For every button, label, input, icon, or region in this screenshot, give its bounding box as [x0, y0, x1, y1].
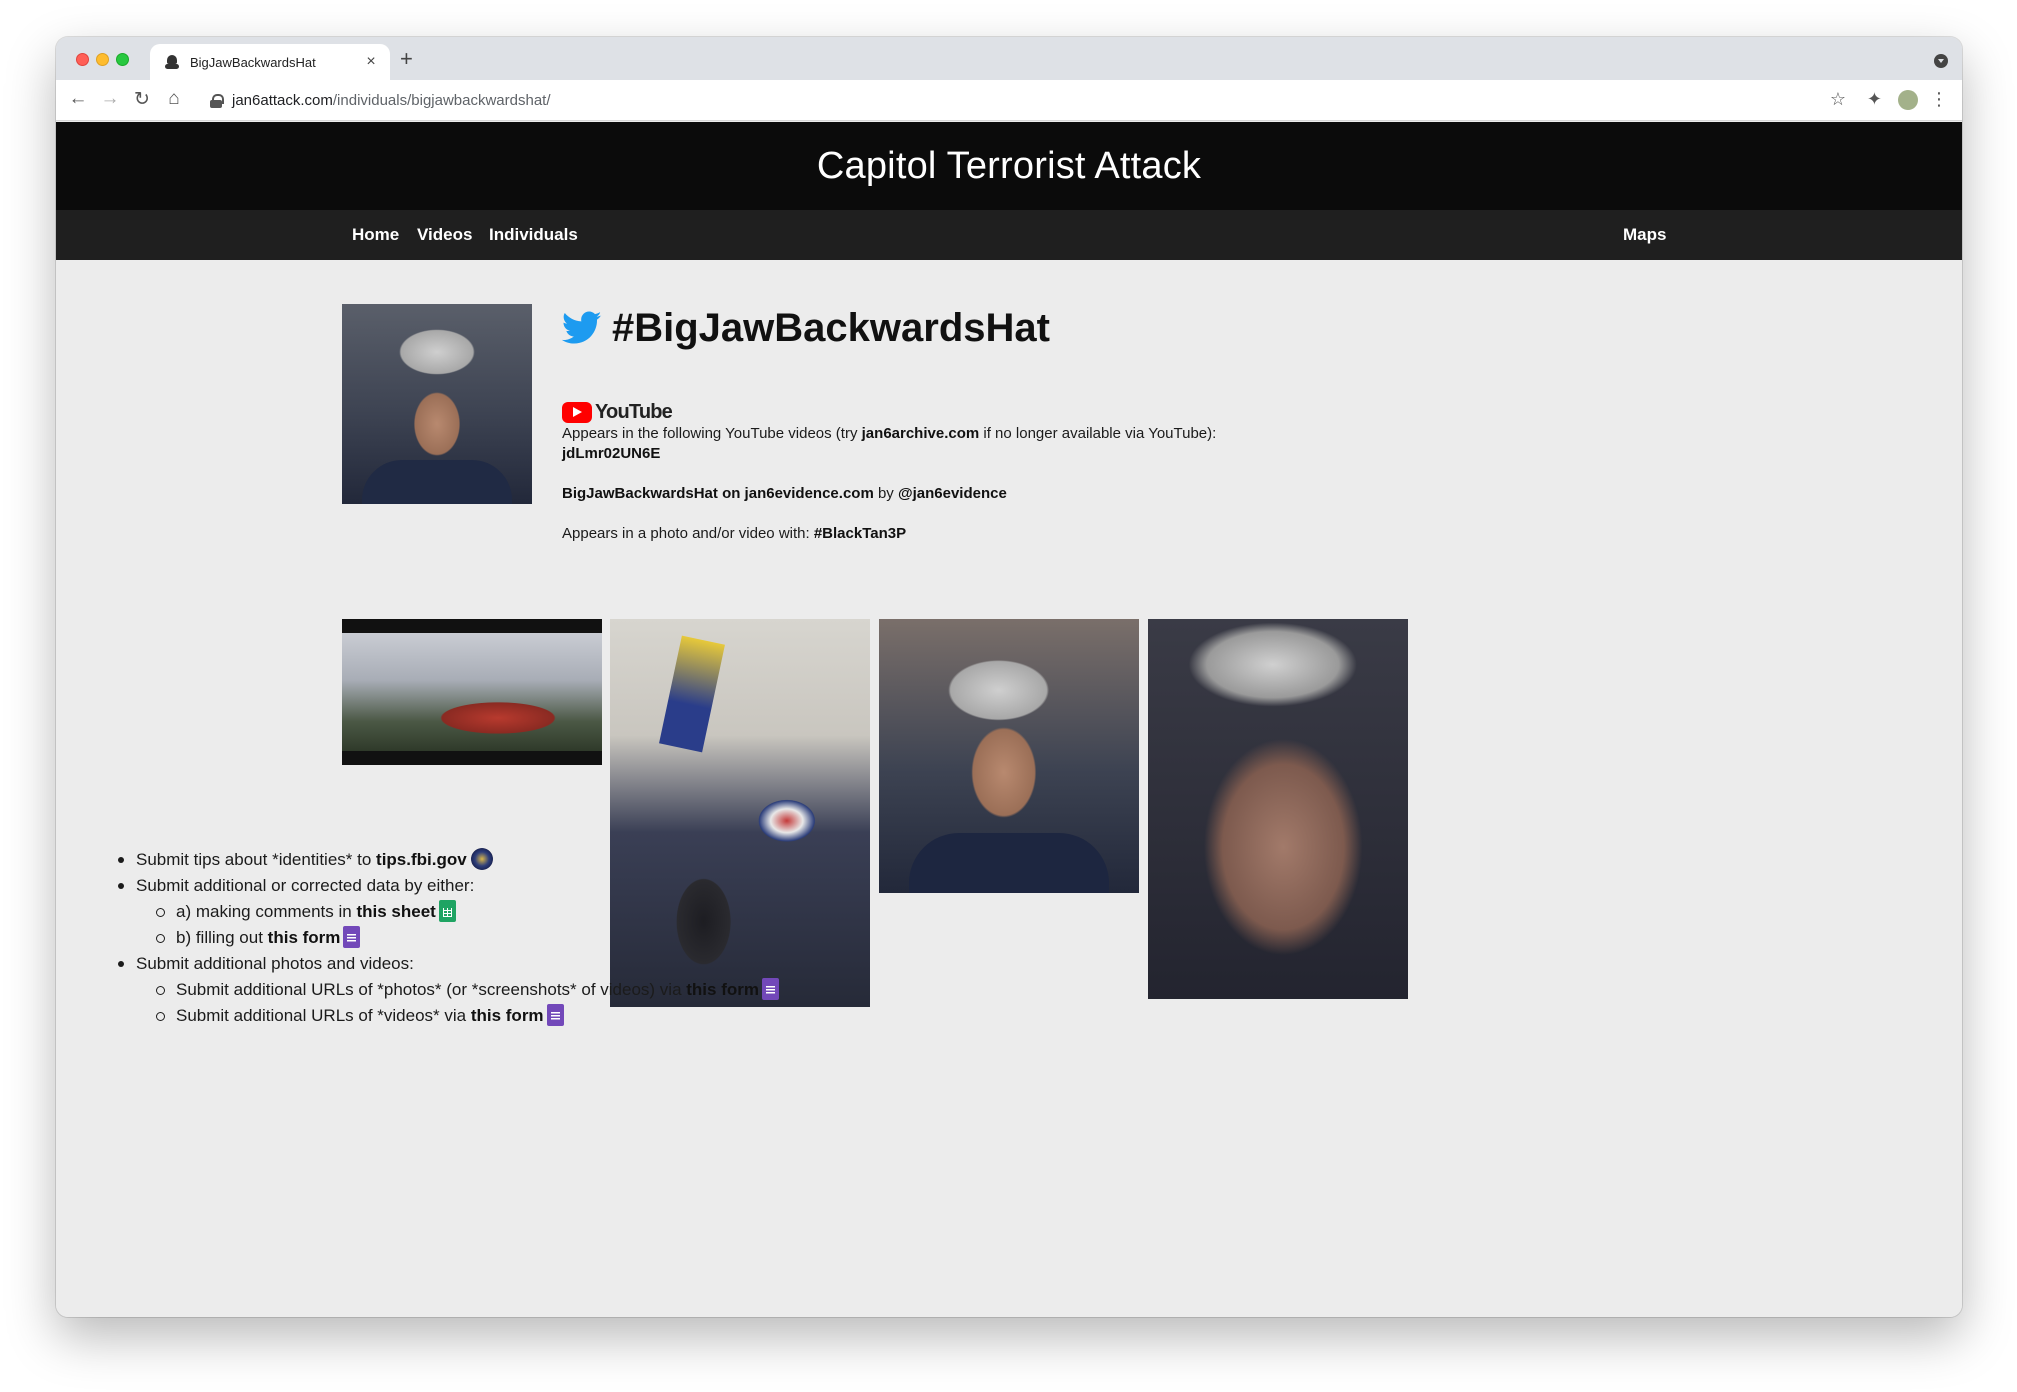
list-item: Submit additional photos and videos: Sub… — [96, 951, 779, 1029]
url-host: jan6attack.com — [232, 92, 333, 109]
back-button[interactable]: ← — [66, 88, 90, 110]
site-nav: Home Videos Individuals Maps — [56, 210, 1962, 260]
sheet-link[interactable]: this sheet — [356, 902, 435, 921]
tab-strip: BigJawBackwardsHat × + — [56, 37, 1962, 80]
gallery-photo-closeup[interactable] — [879, 619, 1139, 893]
lock-icon[interactable] — [210, 93, 224, 108]
browser-menu-icon[interactable]: ⋮ — [1930, 89, 1948, 110]
evidence-line: BigJawBackwardsHat on jan6evidence.com b… — [562, 484, 1462, 504]
google-forms-icon — [343, 926, 361, 948]
fbi-seal-icon — [470, 848, 493, 870]
gallery-photo-face-zoom[interactable] — [1148, 619, 1408, 999]
sheet-text: a) making comments in — [176, 902, 357, 921]
close-window-button[interactable] — [76, 53, 89, 66]
nav-home-link[interactable]: Home — [352, 225, 399, 245]
fbi-tip-text: Submit tips about *identities* to — [136, 850, 377, 869]
evidence-by: by — [873, 485, 898, 502]
list-item: Submit additional or corrected data by e… — [96, 873, 779, 951]
youtube-description: Appears in the following YouTube videos … — [562, 424, 1462, 444]
address-bar[interactable]: jan6attack.com/individuals/bigjawbackwar… — [200, 86, 1962, 115]
youtube-description-pre: Appears in the following YouTube videos … — [562, 425, 862, 442]
site-favicon-icon — [164, 54, 180, 70]
appears-with-label: Appears in a photo and/or video with: — [562, 525, 814, 542]
tab-close-icon[interactable]: × — [362, 53, 380, 71]
fbi-tips-link[interactable]: tips.fbi.gov — [376, 850, 467, 869]
twitter-icon[interactable] — [562, 311, 602, 345]
site-title: Capitol Terrorist Attack — [816, 145, 1202, 187]
web-page: Capitol Terrorist Attack Home Videos Ind… — [56, 122, 1962, 1317]
youtube-video-link[interactable]: jdLmr02UN6E — [562, 445, 660, 462]
youtube-wordmark: YouTube — [595, 400, 673, 423]
home-button[interactable]: ⌂ — [162, 88, 186, 110]
jan6evidence-author-link[interactable]: @jan6evidence — [898, 485, 1007, 502]
individual-handle[interactable]: #BigJawBackwardsHat — [612, 306, 1050, 351]
google-sheets-icon — [438, 900, 456, 922]
reload-button[interactable]: ↻ — [130, 88, 154, 111]
videos-form-link[interactable]: this form — [471, 1006, 544, 1025]
youtube-description-post: if no longer available via YouTube): — [979, 425, 1217, 442]
minimize-window-button[interactable] — [96, 53, 109, 66]
browser-tab[interactable]: BigJawBackwardsHat × — [150, 44, 390, 80]
extensions-icon[interactable]: ✦ — [1867, 89, 1882, 110]
forward-button[interactable]: → — [98, 88, 122, 110]
jan6evidence-link[interactable]: BigJawBackwardsHat on jan6evidence.com — [562, 485, 874, 502]
tips-list: Submit tips about *identities* to tips.f… — [96, 847, 779, 1029]
maximize-window-button[interactable] — [116, 53, 129, 66]
google-forms-icon — [546, 1004, 564, 1026]
submit-media-text: Submit additional photos and videos: — [136, 954, 414, 973]
individual-profile-photo[interactable] — [342, 304, 532, 504]
url-path: /individuals/bigjawbackwardshat/ — [332, 92, 551, 109]
tab-search-icon[interactable] — [1934, 54, 1948, 68]
list-item: Submit additional URLs of *videos* via t… — [136, 1003, 779, 1029]
submit-data-sublist: a) making comments in this sheet b) fill… — [136, 899, 779, 951]
list-item: Submit additional URLs of *photos* (or *… — [136, 977, 779, 1003]
handle-row: #BigJawBackwardsHat — [562, 304, 1462, 352]
form-text: b) filling out — [176, 928, 268, 947]
videos-text: Submit additional URLs of *videos* via — [176, 1006, 471, 1025]
appears-with-link[interactable]: #BlackTan3P — [814, 525, 906, 542]
video-frame — [342, 633, 602, 751]
bookmark-star-icon[interactable]: ☆ — [1830, 89, 1846, 110]
data-form-link[interactable]: this form — [268, 928, 341, 947]
nav-videos-link[interactable]: Videos — [417, 225, 472, 245]
submit-media-sublist: Submit additional URLs of *photos* (or *… — [136, 977, 779, 1029]
photos-form-link[interactable]: this form — [686, 980, 759, 999]
youtube-play-icon — [562, 401, 592, 423]
list-item: a) making comments in this sheet — [136, 899, 779, 925]
browser-window: BigJawBackwardsHat × + ← → ↻ ⌂ jan6attac… — [56, 37, 1962, 1317]
google-forms-icon — [762, 978, 779, 1000]
submit-data-text: Submit additional or corrected data by e… — [136, 876, 475, 895]
photos-text: Submit additional URLs of *photos* (or *… — [176, 980, 687, 999]
nav-maps-link[interactable]: Maps — [1623, 225, 1666, 245]
profile-avatar[interactable] — [1898, 90, 1918, 110]
site-header: Capitol Terrorist Attack — [56, 122, 1962, 210]
appears-with-line: Appears in a photo and/or video with: #B… — [562, 524, 1462, 544]
browser-toolbar: ← → ↻ ⌂ jan6attack.com/individuals/bigja… — [56, 80, 1962, 121]
individual-info: #BigJawBackwardsHat YouTube Appears in t… — [562, 304, 1462, 544]
new-tab-button[interactable]: + — [400, 46, 413, 72]
list-item: b) filling out this form — [136, 925, 779, 951]
nav-individuals-link[interactable]: Individuals — [489, 225, 578, 245]
youtube-logo: YouTube — [562, 400, 1462, 424]
list-item: Submit tips about *identities* to tips.f… — [96, 847, 779, 873]
tab-title: BigJawBackwardsHat — [190, 54, 316, 70]
gallery-video-screenshot[interactable] — [342, 619, 602, 765]
tips-section: Submit tips about *identities* to tips.f… — [96, 847, 779, 1029]
jan6archive-link[interactable]: jan6archive.com — [862, 425, 980, 442]
